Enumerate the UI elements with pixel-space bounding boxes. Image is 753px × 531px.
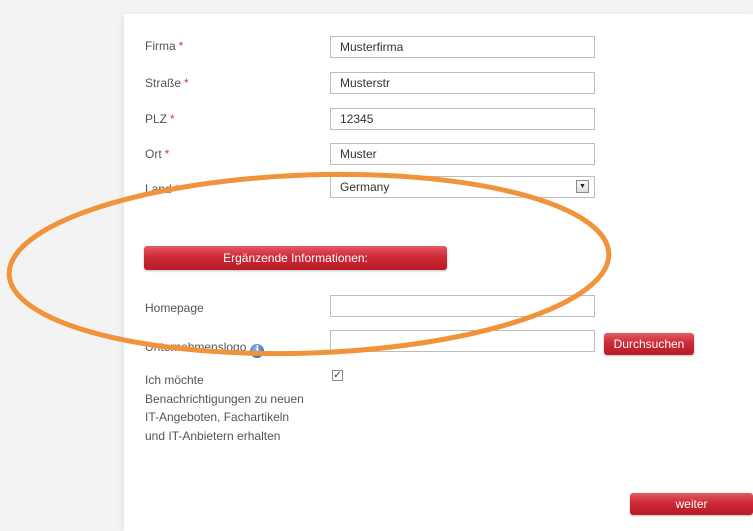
company-label: Firma * <box>145 39 184 53</box>
postal-code-input[interactable] <box>330 108 595 130</box>
country-label: Land * <box>145 182 180 196</box>
street-label: Straße * <box>145 76 189 90</box>
required-mark: * <box>178 39 184 53</box>
next-button[interactable]: weiter <box>630 493 753 515</box>
newsletter-consent-checkbox[interactable]: ✓ <box>332 370 343 381</box>
required-mark: * <box>184 76 189 90</box>
company-input[interactable] <box>330 36 595 58</box>
info-icon[interactable]: i <box>250 344 265 358</box>
homepage-input[interactable] <box>330 295 595 317</box>
country-select[interactable]: Germany ▼ <box>330 176 595 198</box>
additional-info-button[interactable]: Ergänzende Informationen: <box>144 246 447 270</box>
dropdown-arrow-icon[interactable]: ▼ <box>576 180 589 193</box>
required-mark: * <box>170 112 175 126</box>
browse-button[interactable]: Durchsuchen <box>604 333 694 355</box>
required-mark: * <box>164 147 170 161</box>
street-input[interactable] <box>330 72 595 94</box>
postal-code-label: PLZ * <box>145 112 175 126</box>
homepage-label: Homepage <box>145 301 204 315</box>
required-mark: * <box>174 182 180 196</box>
company-logo-file-input[interactable] <box>330 330 595 352</box>
country-select-value: Germany <box>340 180 390 194</box>
company-logo-label: Unternehmenslogo i <box>145 340 265 358</box>
city-input[interactable] <box>330 143 595 165</box>
newsletter-consent-text: Ich möchte Benachrichtigungen zu neuen I… <box>145 373 304 443</box>
city-label: Ort * <box>145 147 170 161</box>
